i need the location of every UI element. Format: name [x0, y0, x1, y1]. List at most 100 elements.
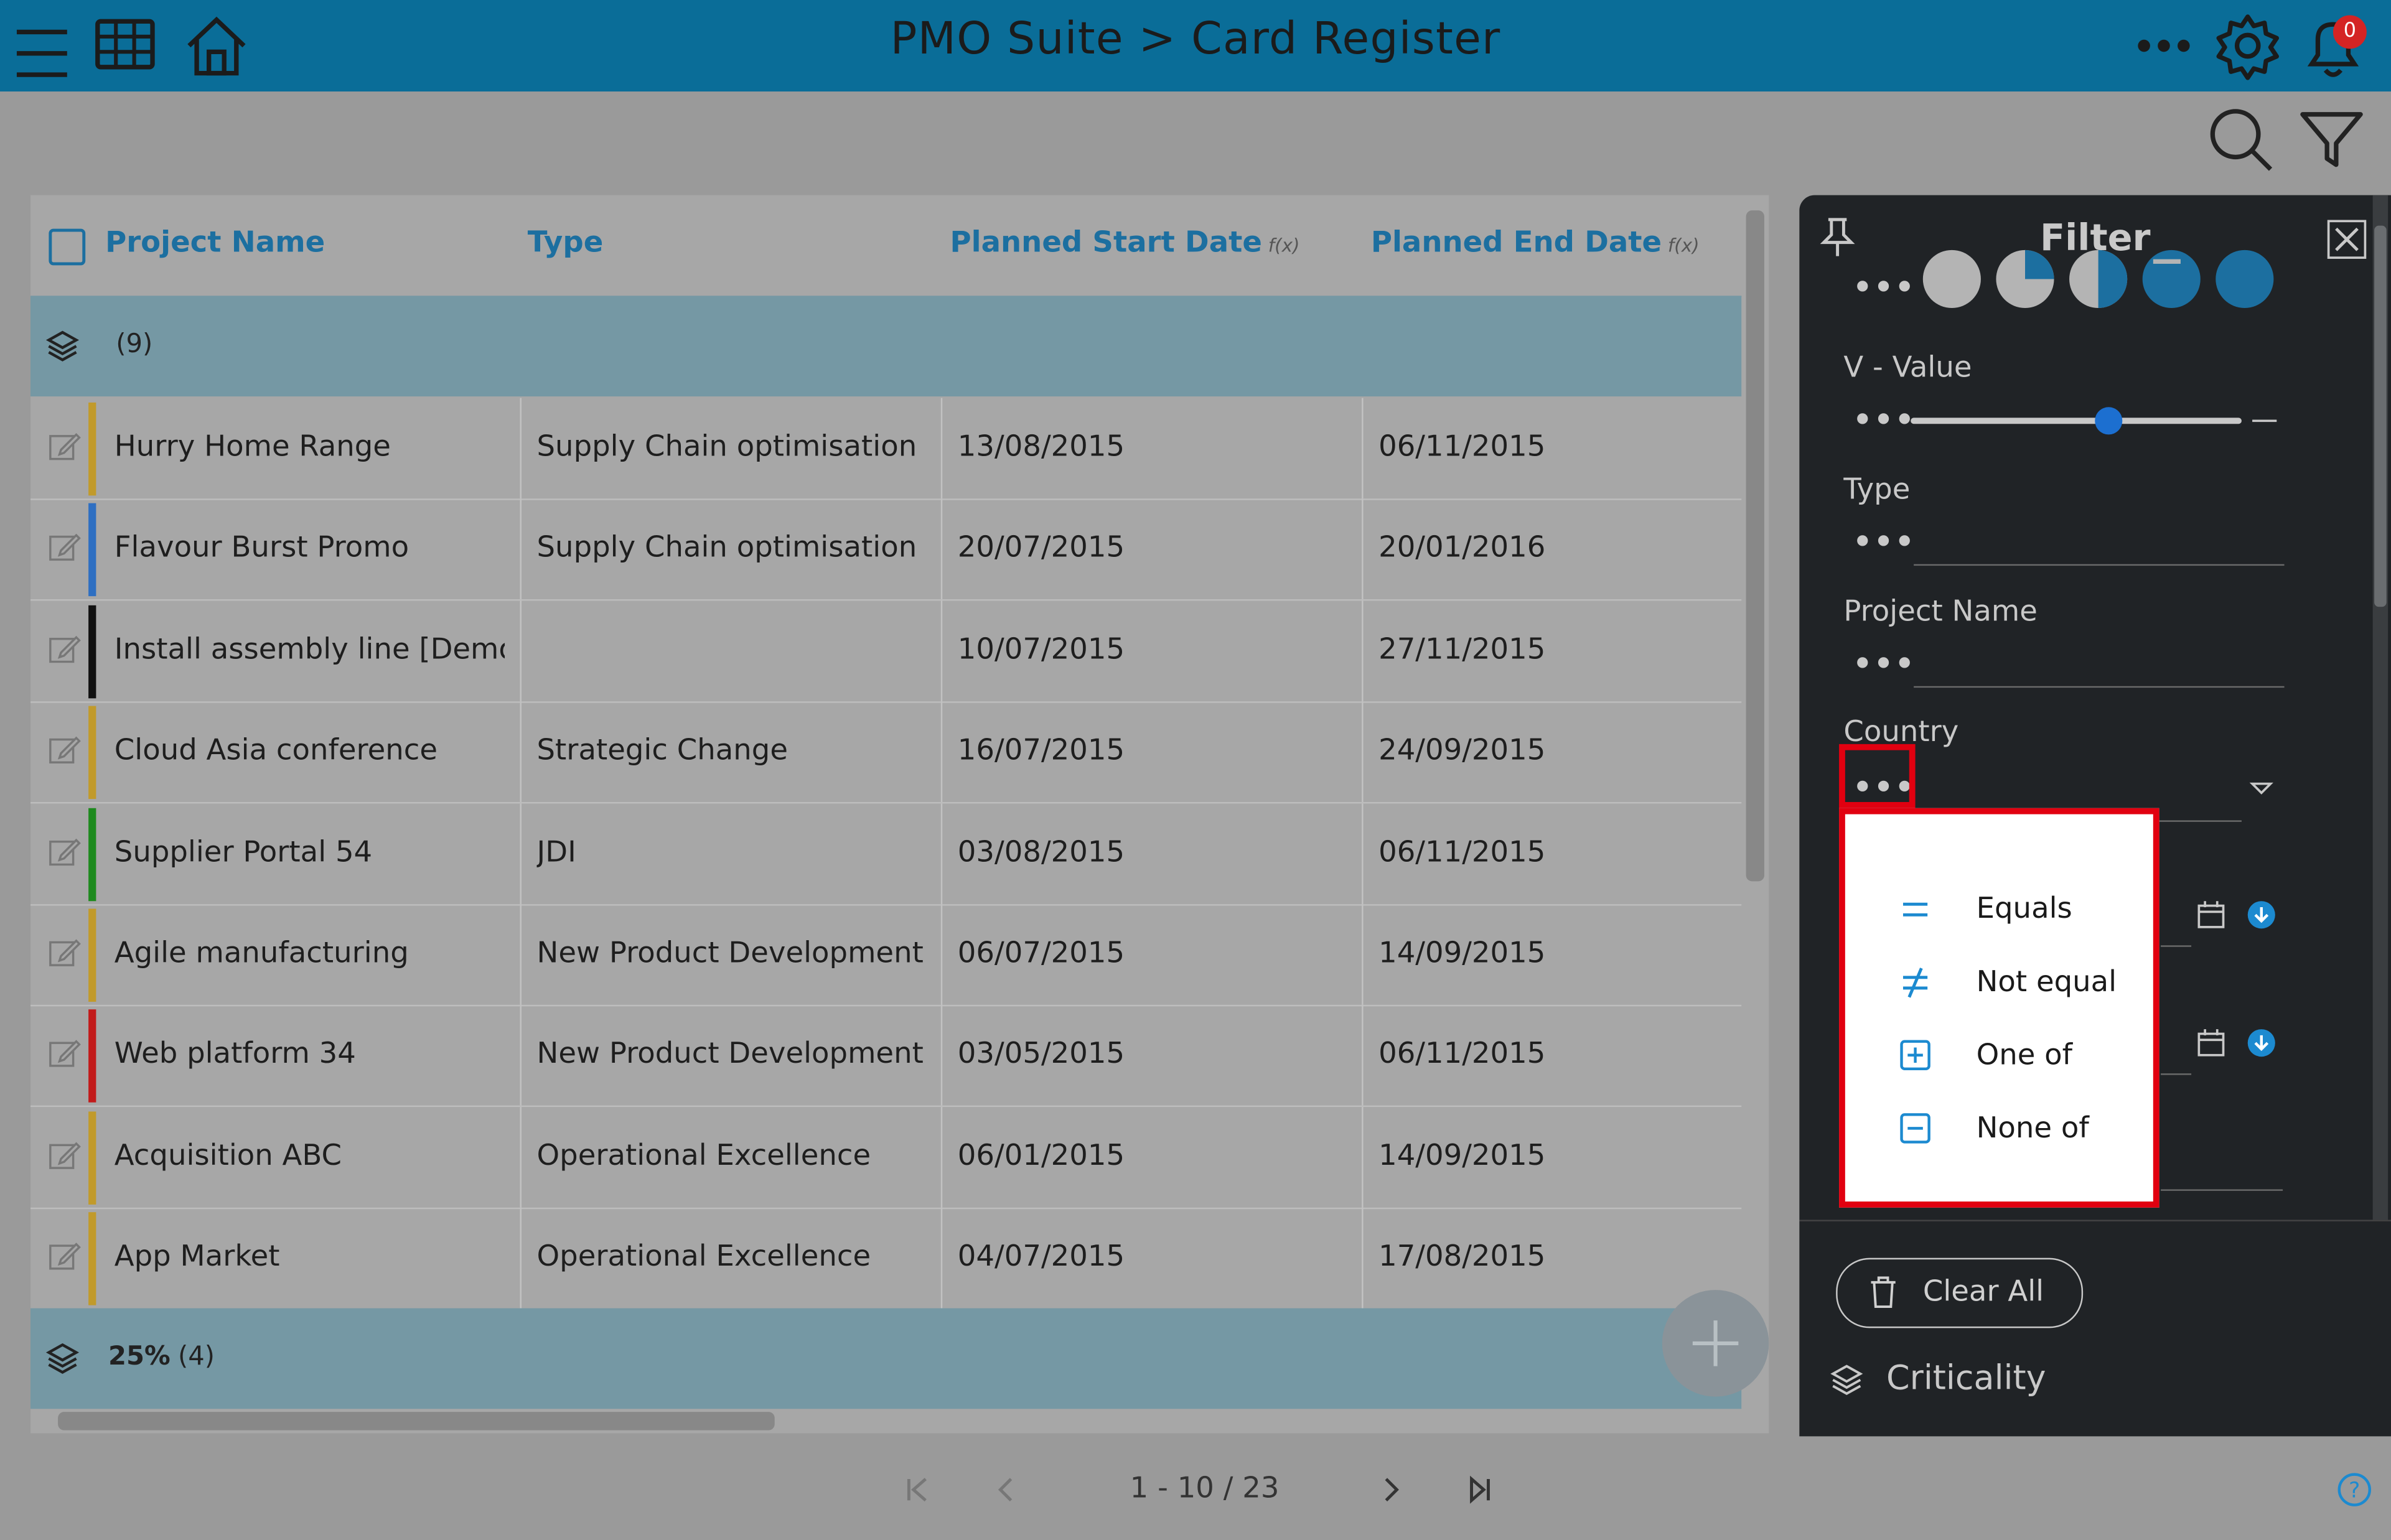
- col-header-planned-start-date[interactable]: Planned Start Date f(x): [950, 226, 1300, 259]
- cell-planned-start-date[interactable]: 03/08/2015: [941, 803, 1364, 904]
- col-header-type[interactable]: Type: [528, 226, 603, 259]
- cell-type[interactable]: Operational Excellence: [520, 1208, 943, 1309]
- close-icon[interactable]: [2327, 220, 2367, 259]
- cell-type[interactable]: [520, 600, 943, 701]
- table-row[interactable]: Hurry Home Range Supply Chain optimisatio…: [30, 398, 1742, 500]
- v-value-operator-menu[interactable]: •••: [1853, 401, 1916, 437]
- cell-planned-start-date[interactable]: 13/08/2015: [941, 398, 1364, 499]
- cell-planned-start-date[interactable]: 20/07/2015: [941, 499, 1364, 600]
- cell-project-name[interactable]: Agile manufacturing: [30, 904, 522, 1005]
- project-name-operator-menu[interactable]: •••: [1853, 645, 1916, 682]
- cell-planned-end-date[interactable]: 06/11/2015: [1362, 1006, 1741, 1106]
- cell-planned-start-date-text: 04/07/2015: [957, 1239, 1125, 1274]
- cell-type[interactable]: JDI: [520, 803, 943, 904]
- cell-planned-start-date-text: 20/07/2015: [957, 531, 1125, 565]
- project-name-input[interactable]: [1914, 686, 2285, 688]
- minus-box-icon: [1900, 1113, 1930, 1144]
- cell-planned-start-date-text: 13/08/2015: [957, 430, 1125, 464]
- cell-project-name-text: App Market: [114, 1239, 280, 1274]
- svg-text:?: ?: [2349, 1478, 2360, 1503]
- table-row[interactable]: Web platform 34 New Product Development 03…: [30, 1005, 1742, 1108]
- cell-planned-start-date[interactable]: 16/07/2015: [941, 701, 1364, 803]
- operator-equals[interactable]: Equals: [1845, 872, 2153, 946]
- cell-planned-start-date[interactable]: 03/05/2015: [941, 1005, 1364, 1106]
- select-all-checkbox[interactable]: [49, 228, 86, 266]
- download-icon[interactable]: [2246, 900, 2276, 930]
- col-header-project-name[interactable]: Project Name: [105, 226, 325, 259]
- table-row[interactable]: Agile manufacturing New Product Developme…: [30, 904, 1742, 1007]
- cell-project-name[interactable]: Flavour Burst Promo: [30, 499, 522, 600]
- cell-type[interactable]: Supply Chain optimisation: [520, 499, 943, 600]
- layers-icon: [1830, 1363, 1863, 1397]
- slider-knob[interactable]: [2095, 407, 2123, 435]
- calendar-icon[interactable]: [2196, 900, 2226, 930]
- criticality-operator-menu[interactable]: •••: [1853, 268, 1916, 305]
- table-row[interactable]: Supplier Portal 54 JDI 03/08/2015 06/11/201…: [30, 803, 1742, 905]
- type-input[interactable]: [1914, 564, 2285, 566]
- panel-scrollbar[interactable]: [2374, 225, 2387, 607]
- horizontal-scrollbar[interactable]: [58, 1412, 775, 1430]
- operator-none-of[interactable]: None of: [1845, 1092, 2153, 1165]
- cell-project-name[interactable]: Web platform 34: [30, 1005, 522, 1106]
- cell-project-name[interactable]: App Market: [30, 1208, 522, 1309]
- add-button[interactable]: [1662, 1290, 1769, 1397]
- cell-project-name[interactable]: Hurry Home Range: [30, 398, 522, 499]
- cell-planned-start-date[interactable]: 06/01/2015: [941, 1106, 1364, 1208]
- cell-type-text: New Product Development: [536, 1037, 924, 1071]
- plus-box-icon: [1900, 1040, 1930, 1071]
- more-icon[interactable]: [2132, 12, 2199, 80]
- cell-planned-end-date-text: 14/09/2015: [1378, 1139, 1546, 1172]
- download-icon[interactable]: [2246, 1028, 2276, 1058]
- cell-type[interactable]: Operational Excellence: [520, 1106, 943, 1208]
- cell-planned-end-date-text: 24/09/2015: [1378, 734, 1546, 768]
- project-name-label: Project Name: [1843, 594, 2038, 628]
- last-page-icon[interactable]: [1466, 1475, 1493, 1504]
- group-label: 25%: [108, 1342, 171, 1373]
- table-row[interactable]: Cloud Asia conference Strategic Change 16/…: [30, 701, 1742, 804]
- help-icon[interactable]: ?: [2336, 1472, 2373, 1508]
- cell-type[interactable]: Strategic Change: [520, 701, 943, 803]
- cell-type-text: Operational Excellence: [536, 1239, 871, 1274]
- cell-project-name[interactable]: Acquisition ABC: [30, 1106, 522, 1208]
- col-header-planned-end-date[interactable]: Planned End Date f(x): [1371, 226, 1700, 259]
- vertical-scrollbar[interactable]: [1746, 210, 1764, 882]
- top-bar: PMO Suite > Card Register 0: [0, 0, 2391, 92]
- search-icon[interactable]: [2205, 104, 2275, 174]
- operator-one-of[interactable]: One of: [1845, 1019, 2153, 1092]
- cell-planned-end-date[interactable]: 27/11/2015: [1362, 600, 1741, 701]
- v-value-slider[interactable]: [1911, 407, 2280, 435]
- clear-all-button[interactable]: Clear All: [1836, 1258, 2084, 1328]
- cell-type[interactable]: New Product Development: [520, 1005, 943, 1106]
- cell-planned-end-date[interactable]: 24/09/2015: [1362, 702, 1741, 803]
- cell-project-name[interactable]: Install assembly line [Demo]: [30, 600, 522, 701]
- filter-icon[interactable]: [2300, 107, 2367, 174]
- cell-planned-end-date[interactable]: 14/09/2015: [1362, 1107, 1741, 1208]
- criticality-group-label[interactable]: Criticality: [1886, 1360, 2046, 1398]
- cell-planned-end-date[interactable]: 14/09/2015: [1362, 904, 1741, 1005]
- cell-type[interactable]: New Product Development: [520, 904, 943, 1005]
- type-operator-menu[interactable]: •••: [1853, 523, 1916, 560]
- cell-project-name[interactable]: Supplier Portal 54: [30, 803, 522, 904]
- table-row[interactable]: Flavour Burst Promo Supply Chain optimisa…: [30, 499, 1742, 602]
- next-page-icon[interactable]: [1377, 1476, 1405, 1503]
- cell-project-name[interactable]: Cloud Asia conference: [30, 701, 522, 803]
- calendar-icon[interactable]: [2196, 1028, 2226, 1058]
- operator-not-equal[interactable]: Not equal: [1845, 945, 2153, 1019]
- table-row[interactable]: App Market Operational Excellence 04/07/20…: [30, 1208, 1742, 1310]
- prev-page-icon[interactable]: [993, 1476, 1020, 1503]
- chevron-down-icon[interactable]: [2249, 781, 2273, 796]
- gear-icon[interactable]: [2214, 12, 2281, 80]
- group-row[interactable]: (9): [30, 296, 1742, 397]
- first-page-icon[interactable]: [904, 1476, 932, 1503]
- cell-type[interactable]: Supply Chain optimisation: [520, 398, 943, 499]
- cell-planned-end-date[interactable]: 06/11/2015: [1362, 398, 1741, 499]
- group-row[interactable]: 25% (4): [30, 1308, 1742, 1409]
- cell-planned-end-date[interactable]: 20/01/2016: [1362, 499, 1741, 600]
- cell-planned-start-date[interactable]: 10/07/2015: [941, 600, 1364, 701]
- cell-planned-end-date[interactable]: 06/11/2015: [1362, 803, 1741, 903]
- table-row[interactable]: Acquisition ABC Operational Excellence 06/…: [30, 1106, 1742, 1209]
- cell-planned-start-date[interactable]: 04/07/2015: [941, 1208, 1364, 1309]
- criticality-options[interactable]: [1921, 250, 2287, 323]
- cell-planned-start-date[interactable]: 06/07/2015: [941, 904, 1364, 1005]
- table-row[interactable]: Install assembly line [Demo] 10/07/2015 27…: [30, 600, 1742, 703]
